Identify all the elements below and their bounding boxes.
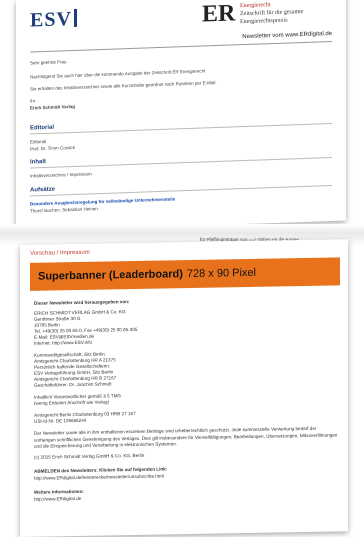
aufsatz-author: Thorsf lauchen, Sebastian Heinen	[30, 206, 98, 214]
intro-line2: Sie erhalten das Inhaltsverzeichnis sowi…	[30, 79, 217, 92]
legal-notice: Der Newsletter sowie alle in ihm enthalt…	[34, 425, 338, 449]
er-logo: ER	[202, 0, 236, 28]
er-logo-subtitle-line2: Zeitschrift für die gesamte Energierecht…	[240, 8, 304, 26]
kg-line6: Geschäftsführer: Dr. Joachim Schmidt	[34, 381, 112, 388]
superbanner-ad[interactable]: Superbanner (Leaderboard) 728 x 90 Pixel	[30, 257, 340, 291]
esv-logo: ESV	[30, 8, 77, 33]
address-website-link[interactable]: Internet: http://www.ESV.info	[34, 340, 92, 348]
greeting: Sehr geehrte Frau	[30, 59, 67, 66]
er-logo-subtitle: Energierecht Zeitschrift für die gesamte…	[240, 0, 346, 26]
publisher-heading: Dieser Newsletter wird herausgegeben von…	[34, 299, 130, 306]
divider	[30, 40, 332, 53]
signature-line2: Erich Schmidt Verlag	[30, 103, 76, 111]
editorial-author: Prof. Dr. Timm Cosack	[30, 144, 76, 152]
section-aufsaetze: Aufsätze	[30, 176, 332, 197]
banner-size: 728 x 90 Pixel	[186, 266, 256, 281]
more-info-link[interactable]: http://www.ERdigital.de	[34, 496, 81, 503]
section-vorschau-impressum: Vorschau / Impressum	[30, 249, 90, 257]
section-inhalt: Inhalt	[30, 148, 332, 169]
aufsatz-title-link[interactable]: Besondere Ausgleichsregelung für selbstä…	[30, 195, 175, 207]
copyright: (c) 2015 Erich Schmidt Verlag GmbH & Co.…	[34, 452, 145, 460]
newsletter-bottom-page: Vorschau / Impressum Superbanner (Leader…	[20, 239, 348, 537]
section-editorial: Editorial	[30, 114, 332, 135]
unsubscribe-link[interactable]: http://www.ERdigital.de/lesestrecke/news…	[34, 473, 164, 482]
intro-line1: Nachfolgend Sie auch hier über die komme…	[30, 68, 206, 80]
responsible-line2: (wenig Erläutert Anschrift wie Verlag)	[34, 399, 110, 406]
newsletter-title: Newsletter vom www.ERdigital.de	[242, 30, 332, 41]
banner-label: Superbanner (Leaderboard)	[38, 268, 183, 283]
newsletter-top-page: ESV ER Energierecht Zeitschrift für die …	[16, 0, 346, 232]
inhalt-item[interactable]: Inhaltsverzeichnis / Impressum	[30, 170, 92, 179]
register-line2: USt-Id-Nr. DE 136666244	[34, 417, 87, 424]
